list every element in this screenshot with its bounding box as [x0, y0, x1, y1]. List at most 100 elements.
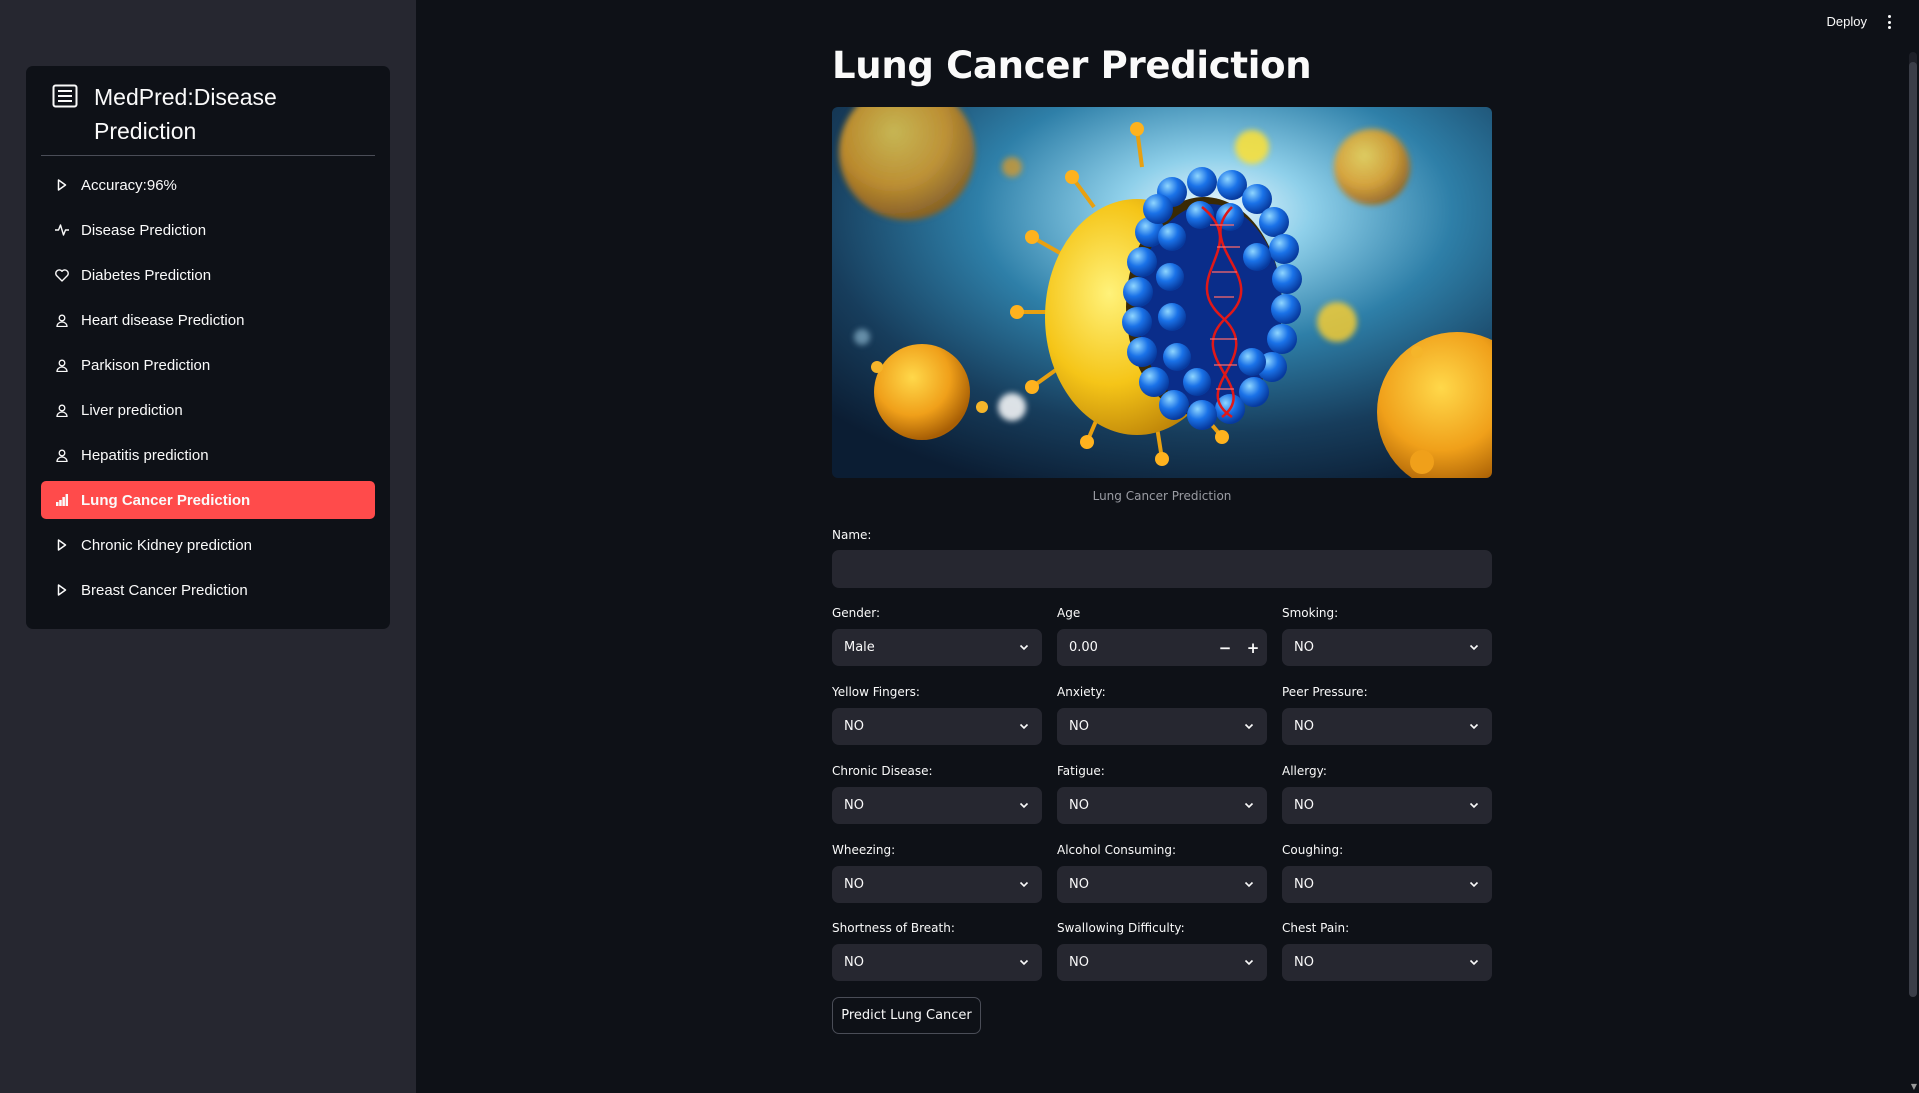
list-columns-icon [52, 84, 78, 108]
shortness-of-breath-value: NO [844, 955, 864, 970]
menu-item-label: Hepatitis prediction [81, 446, 209, 464]
yellow-fingers-value: NO [844, 719, 864, 734]
name-label: Name: [832, 528, 872, 542]
peer-pressure-select[interactable]: NO [1282, 708, 1492, 745]
chronic-disease-value: NO [844, 798, 864, 813]
chevron-down-icon [1019, 802, 1029, 809]
menu-item-label: Disease Prediction [81, 221, 207, 239]
coughing-label: Coughing: [1282, 843, 1344, 857]
chevron-down-icon [1244, 723, 1254, 730]
gender-select[interactable]: Male [832, 629, 1042, 666]
menu-title: MedPred:Disease Prediction [52, 80, 372, 148]
yellow-fingers-select[interactable]: NO [832, 708, 1042, 745]
deploy-button[interactable]: Deploy [1827, 14, 1867, 29]
allergy-select[interactable]: NO [1282, 787, 1492, 824]
sidebar: MedPred:Disease Prediction Accuracy:96% … [0, 0, 416, 1093]
gender-label: Gender: [832, 606, 881, 620]
menu-divider [41, 155, 375, 156]
menu-item-hepatitis-prediction[interactable]: Hepatitis prediction [41, 436, 375, 474]
activity-icon [55, 223, 69, 237]
chevron-down-icon [1019, 723, 1029, 730]
person-icon [55, 403, 69, 417]
menu-item-parkison-prediction[interactable]: Parkison Prediction [41, 346, 375, 384]
person-icon [55, 313, 69, 327]
person-icon [55, 358, 69, 372]
allergy-label: Allergy: [1282, 764, 1327, 778]
chronic-disease-label: Chronic Disease: [832, 764, 933, 778]
menu-item-label: Heart disease Prediction [81, 311, 245, 329]
anxiety-select[interactable]: NO [1057, 708, 1267, 745]
menu-item-liver-prediction[interactable]: Liver prediction [41, 391, 375, 429]
menu-item-label: Breast Cancer Prediction [81, 581, 248, 599]
play-icon [55, 583, 69, 597]
chevron-down-icon [1244, 802, 1254, 809]
menu-item-lung-cancer-prediction[interactable]: Lung Cancer Prediction [41, 481, 375, 519]
chevron-down-icon [1019, 881, 1029, 888]
predict-button[interactable]: Predict Lung Cancer [832, 997, 981, 1034]
coughing-value: NO [1294, 877, 1314, 892]
name-input[interactable] [832, 550, 1492, 588]
smoking-select[interactable]: NO [1282, 629, 1492, 666]
heart-icon [55, 268, 69, 282]
alcohol-consuming-value: NO [1069, 877, 1089, 892]
allergy-value: NO [1294, 798, 1314, 813]
menu-item-label: Diabetes Prediction [81, 266, 212, 284]
page-title: Lung Cancer Prediction [832, 44, 1312, 87]
wheezing-label: Wheezing: [832, 843, 896, 857]
chevron-down-icon [1019, 959, 1029, 966]
chevron-down-icon [1244, 959, 1254, 966]
fatigue-value: NO [1069, 798, 1089, 813]
coughing-select[interactable]: NO [1282, 866, 1492, 903]
menu-item-label: Chronic Kidney prediction [81, 536, 252, 554]
fatigue-select[interactable]: NO [1057, 787, 1267, 824]
swallowing-difficulty-label: Swallowing Difficulty: [1057, 921, 1185, 935]
age-value[interactable]: 0.00 [1057, 640, 1211, 655]
age-number-input[interactable]: 0.00 − + [1057, 629, 1267, 666]
image-caption: Lung Cancer Prediction [1092, 489, 1232, 503]
alcohol-consuming-label: Alcohol Consuming: [1057, 843, 1177, 857]
chevron-down-icon [1469, 644, 1479, 651]
menu-item-label: Liver prediction [81, 401, 183, 419]
anxiety-label: Anxiety: [1057, 685, 1106, 699]
menu-item-accuracy[interactable]: Accuracy:96% [41, 166, 375, 204]
swallowing-difficulty-select[interactable]: NO [1057, 944, 1267, 981]
swallowing-difficulty-value: NO [1069, 955, 1089, 970]
menu-item-disease-prediction[interactable]: Disease Prediction [41, 211, 375, 249]
chest-pain-value: NO [1294, 955, 1314, 970]
shortness-of-breath-select[interactable]: NO [832, 944, 1042, 981]
peer-pressure-value: NO [1294, 719, 1314, 734]
chevron-down-icon [1469, 723, 1479, 730]
chevron-down-icon [1019, 644, 1029, 651]
chronic-disease-select[interactable]: NO [832, 787, 1042, 824]
wheezing-value: NO [844, 877, 864, 892]
chest-pain-label: Chest Pain: [1282, 921, 1350, 935]
bar-chart-icon [55, 493, 69, 507]
play-icon [55, 538, 69, 552]
chevron-down-icon [1244, 881, 1254, 888]
age-decrement-button[interactable]: − [1211, 639, 1239, 657]
menu-item-label: Lung Cancer Prediction [81, 491, 251, 509]
option-menu: MedPred:Disease Prediction Accuracy:96% … [26, 66, 390, 629]
menu-item-diabetes-prediction[interactable]: Diabetes Prediction [41, 256, 375, 294]
smoking-value: NO [1294, 640, 1314, 655]
menu-item-breast-cancer-prediction[interactable]: Breast Cancer Prediction [41, 571, 375, 609]
play-icon [55, 178, 69, 192]
wheezing-select[interactable]: NO [832, 866, 1042, 903]
menu-item-label: Parkison Prediction [81, 356, 211, 374]
chest-pain-select[interactable]: NO [1282, 944, 1492, 981]
menu-item-label: Accuracy:96% [81, 176, 177, 194]
alcohol-consuming-select[interactable]: NO [1057, 866, 1267, 903]
peer-pressure-label: Peer Pressure: [1282, 685, 1368, 699]
app-title: MedPred:Disease Prediction [94, 84, 277, 144]
main-menu-icon[interactable] [1883, 13, 1895, 31]
anxiety-value: NO [1069, 719, 1089, 734]
yellow-fingers-label: Yellow Fingers: [832, 685, 920, 699]
scrollbar-thumb[interactable] [1909, 62, 1917, 997]
age-increment-button[interactable]: + [1239, 639, 1267, 657]
scroll-down-icon[interactable]: ▼ [1911, 1082, 1917, 1091]
menu-item-chronic-kidney-prediction[interactable]: Chronic Kidney prediction [41, 526, 375, 564]
fatigue-label: Fatigue: [1057, 764, 1105, 778]
chevron-down-icon [1469, 881, 1479, 888]
person-icon [55, 448, 69, 462]
menu-item-heart-disease-prediction[interactable]: Heart disease Prediction [41, 301, 375, 339]
